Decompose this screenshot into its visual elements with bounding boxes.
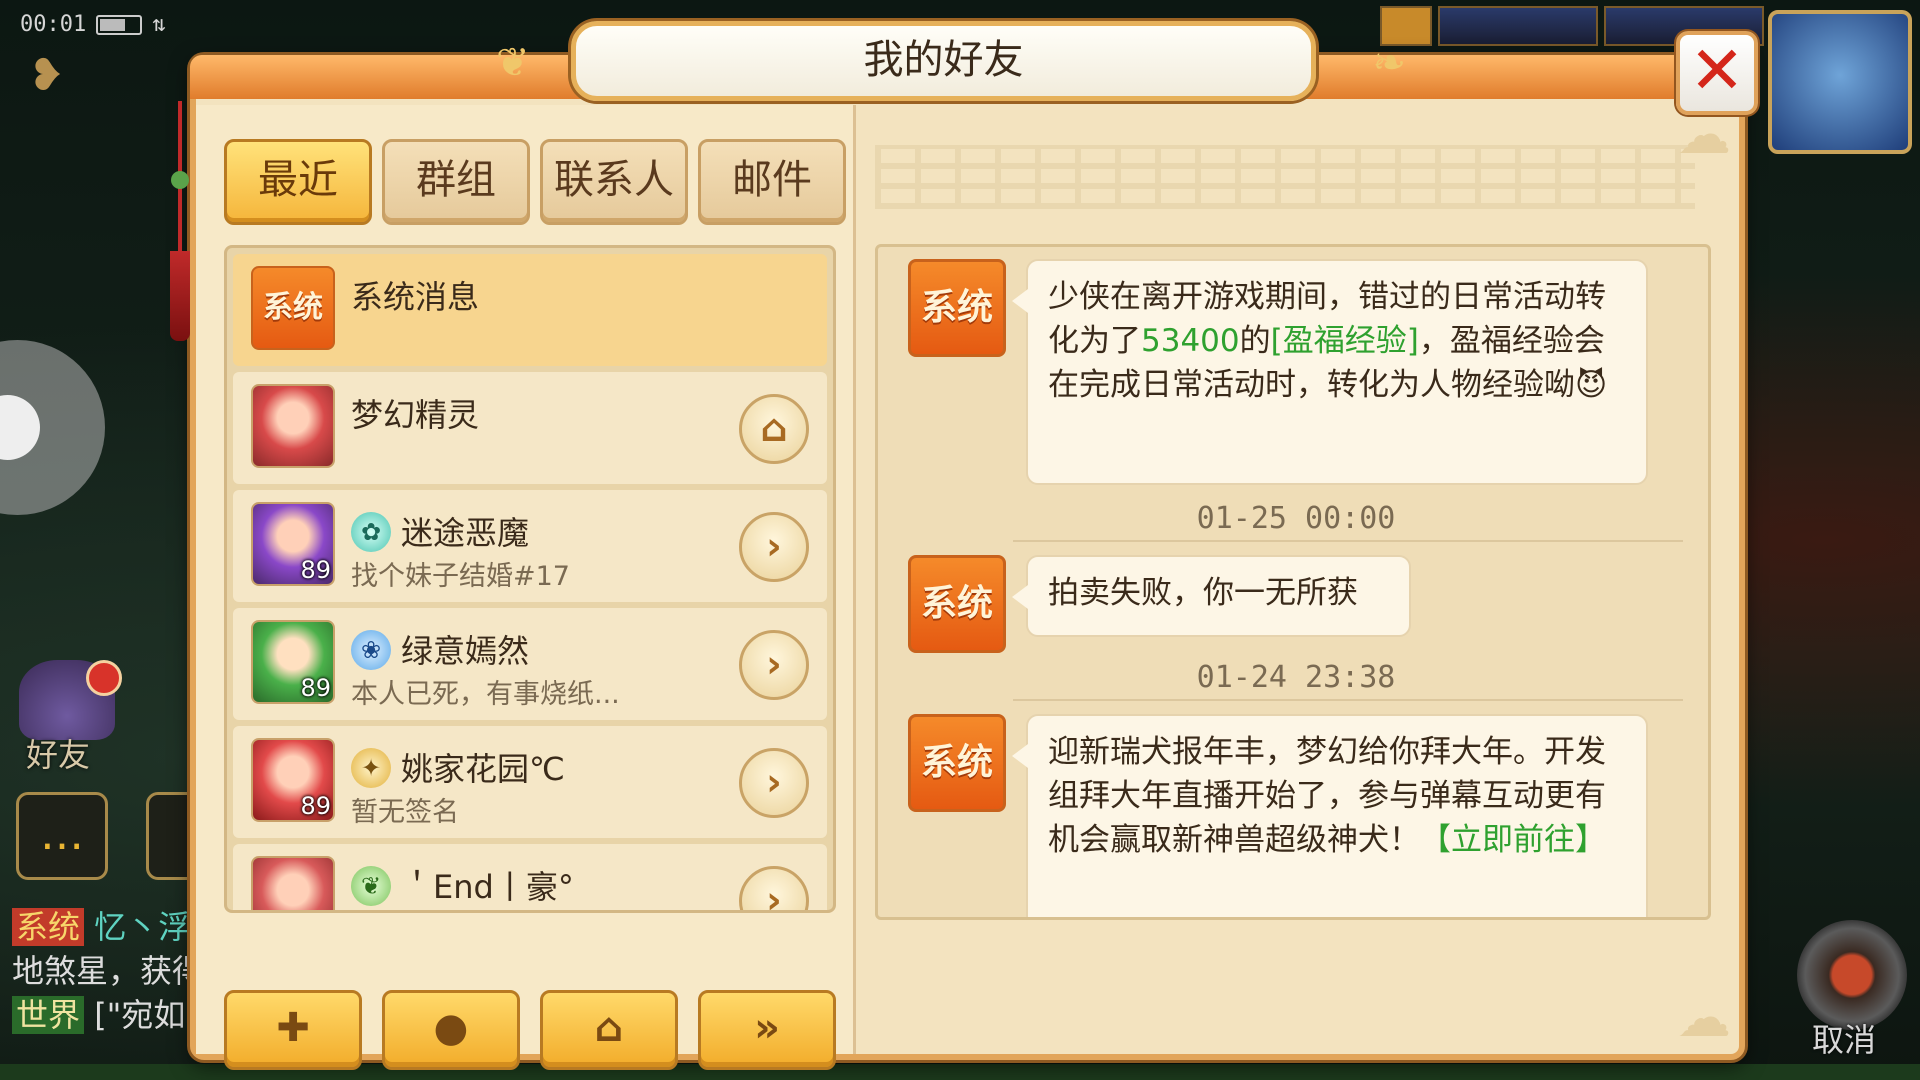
friend-name: 姚家花园℃ bbox=[401, 750, 565, 788]
chat-text: 地煞星，获得 bbox=[12, 952, 205, 990]
chevron-right-icon[interactable]: › bbox=[739, 866, 809, 910]
timestamp: 01-25 00:00 bbox=[1196, 501, 1396, 536]
friend-name: 绿意嫣然 bbox=[401, 632, 530, 670]
list-item[interactable]: 89 ✦ 姚家花园℃ 暂无签名 › bbox=[233, 726, 827, 838]
avatar: 89 bbox=[251, 502, 335, 586]
cancel-button[interactable]: 取消 bbox=[1792, 920, 1912, 1060]
highlight-link[interactable]: [盈福经验] bbox=[1271, 323, 1419, 359]
system-avatar: 系统 bbox=[908, 714, 1006, 812]
divider bbox=[1013, 699, 1683, 701]
chevron-right-icon[interactable]: › bbox=[739, 512, 809, 582]
message-text: 的 bbox=[1239, 323, 1271, 359]
list-item[interactable]: 梦幻精灵 ⌂ bbox=[233, 372, 827, 484]
friend-signature: 暂无签名 bbox=[351, 797, 459, 828]
avatar: 89 bbox=[251, 620, 335, 704]
friend-list-column: 最近 群组 联系人 邮件 系统 系统消息 梦幻精灵 ⌂ 89 ✿ 迷途恶魔 找个… bbox=[196, 105, 856, 1070]
system-avatar: 系统 bbox=[908, 259, 1006, 357]
list-item[interactable]: 89 ❀ 绿意嫣然 本人已死，有事烧纸... › bbox=[233, 608, 827, 720]
list-item[interactable]: ❦ ＇End丨豪° › bbox=[233, 844, 827, 910]
chat-text: ["宛如 bbox=[94, 996, 186, 1034]
world-tag: 世界 bbox=[12, 996, 85, 1034]
chat-button[interactable]: ● bbox=[382, 990, 520, 1070]
friend-signature: 本人已死，有事烧纸... bbox=[351, 679, 620, 710]
friend-name: ＇End丨豪° bbox=[401, 868, 574, 906]
cloud-swirl-icon: ❧ bbox=[1372, 40, 1406, 86]
chevron-right-icon[interactable]: › bbox=[739, 630, 809, 700]
chat-icon[interactable]: … bbox=[16, 792, 108, 880]
tab-bar: 最近 群组 联系人 邮件 bbox=[224, 139, 846, 225]
chat-log: 系统 忆丶浮 地煞星，获得 世界 ["宛如 bbox=[12, 905, 204, 1037]
double-chevron-icon: » bbox=[754, 1005, 780, 1051]
chat-line: 地煞星，获得 bbox=[12, 949, 204, 993]
friend-list[interactable]: 系统 系统消息 梦幻精灵 ⌂ 89 ✿ 迷途恶魔 找个妹子结婚#17 › 89 bbox=[224, 245, 836, 913]
list-item[interactable]: 89 ✿ 迷途恶魔 找个妹子结婚#17 › bbox=[233, 490, 827, 602]
highlight-number: 53400 bbox=[1141, 323, 1240, 359]
system-tag: 系统 bbox=[12, 908, 85, 946]
status-bar: 00:01 ⇅ bbox=[20, 12, 165, 37]
goto-link[interactable]: 【立即前往】 bbox=[1420, 822, 1606, 858]
tab-recent[interactable]: 最近 bbox=[224, 139, 372, 225]
message-bubble: 拍卖失败，你一无所获 bbox=[1012, 555, 1411, 637]
more-button[interactable]: » bbox=[698, 990, 836, 1070]
message-column: ☁ 系统 少侠在离开游戏期间，错过的日常活动转化为了53400的[盈福经验]，盈… bbox=[859, 103, 1739, 1054]
chat-line: 世界 ["宛如 bbox=[12, 993, 204, 1037]
message-area[interactable]: 系统 少侠在离开游戏期间，错过的日常活动转化为了53400的[盈福经验]，盈福经… bbox=[875, 244, 1711, 920]
action-button-bar: ✚ ● ⌂ » bbox=[224, 990, 836, 1070]
level-badge: 89 bbox=[300, 556, 331, 584]
player-portrait[interactable] bbox=[1768, 10, 1912, 154]
message-bubble: 少侠在离开游戏期间，错过的日常活动转化为了53400的[盈福经验]，盈福经验会在… bbox=[1012, 259, 1648, 485]
chat-line: 系统 忆丶浮 bbox=[12, 905, 204, 949]
tab-groups[interactable]: 群组 bbox=[382, 139, 530, 225]
teal-school-icon: ✿ bbox=[351, 512, 391, 552]
hud-slot[interactable] bbox=[1438, 6, 1598, 46]
notification-dot bbox=[86, 660, 122, 696]
friends-panel: ❦ ❧ 我的好友 ✕ 最近 群组 联系人 邮件 系统 系统消息 梦幻精灵 ⌂ 8… bbox=[170, 21, 1758, 1070]
heart-icon[interactable]: ❥ bbox=[28, 52, 76, 100]
timestamp: 01-24 23:38 bbox=[1196, 660, 1396, 695]
panel-title: 我的好友 bbox=[571, 21, 1316, 101]
data-transfer-icon: ⇅ bbox=[152, 12, 166, 37]
list-item[interactable]: 系统 系统消息 bbox=[233, 254, 827, 366]
friend-signature: 找个妹子结婚#17 bbox=[351, 561, 570, 592]
message-text: 拍卖失败，你一无所获 bbox=[1048, 575, 1358, 611]
avatar: 89 bbox=[251, 738, 335, 822]
add-friend-button[interactable]: ✚ bbox=[224, 990, 362, 1070]
home-button[interactable]: ⌂ bbox=[540, 990, 678, 1070]
divider bbox=[1013, 540, 1683, 542]
friends-shortcut-button[interactable]: 好友 bbox=[12, 660, 122, 774]
gear-icon bbox=[1797, 920, 1907, 1030]
tab-mail[interactable]: 邮件 bbox=[698, 139, 846, 225]
system-avatar: 系统 bbox=[251, 266, 335, 350]
level-badge: 89 bbox=[300, 792, 331, 820]
clock: 00:01 bbox=[20, 12, 87, 37]
home-icon[interactable]: ⌂ bbox=[739, 394, 809, 464]
cloud-corner-icon: ☁ bbox=[1677, 986, 1731, 1049]
green-school-icon: ❦ bbox=[351, 866, 391, 906]
tassel-decoration bbox=[168, 101, 192, 341]
emoji-icon: 😈 bbox=[1575, 367, 1608, 403]
friend-name: 梦幻精灵 bbox=[351, 396, 480, 434]
gold-school-icon: ✦ bbox=[351, 748, 391, 788]
battery-icon bbox=[96, 14, 143, 35]
chat-text: 忆丶浮 bbox=[94, 908, 191, 946]
add-user-icon: ✚ bbox=[276, 1005, 310, 1051]
friend-name: 系统消息 bbox=[351, 278, 480, 316]
cancel-label: 取消 bbox=[1812, 1021, 1877, 1059]
cloud-corner-icon: ☁ bbox=[1677, 103, 1731, 166]
blue-school-icon: ❀ bbox=[351, 630, 391, 670]
avatar bbox=[251, 856, 335, 910]
system-avatar: 系统 bbox=[908, 555, 1006, 653]
tab-contacts[interactable]: 联系人 bbox=[540, 139, 688, 225]
friends-shortcut-label: 好友 bbox=[26, 736, 91, 774]
home-icon: ⌂ bbox=[594, 1005, 624, 1051]
message-bubble: 迎新瑞犬报年丰，梦幻给你拜大年。开发组拜大年直播开始了，参与弹幕互动更有机会赢取… bbox=[1012, 714, 1648, 917]
avatar bbox=[251, 384, 335, 468]
friend-name: 迷途恶魔 bbox=[401, 514, 530, 552]
chat-bubble-icon: ● bbox=[433, 1005, 469, 1051]
level-badge: 89 bbox=[300, 674, 331, 702]
chevron-right-icon[interactable]: › bbox=[739, 748, 809, 818]
fret-pattern-decoration bbox=[875, 145, 1695, 209]
